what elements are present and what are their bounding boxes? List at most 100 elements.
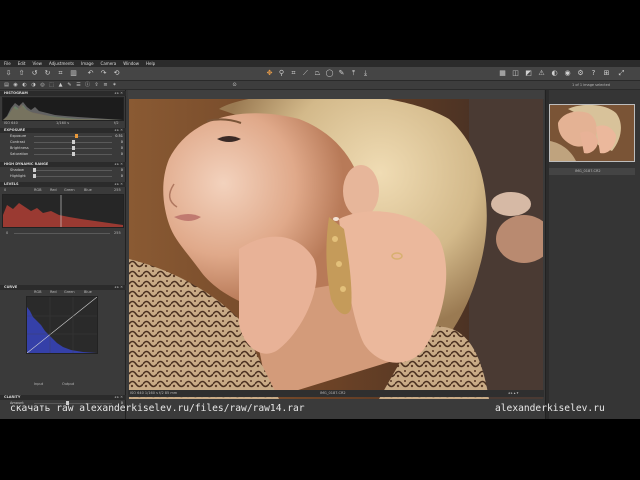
settings-icon[interactable]: ⚙ <box>576 69 585 78</box>
levels-input-black[interactable]: 0 <box>4 188 6 193</box>
levels-input-white[interactable]: 255 <box>114 188 121 193</box>
apply-adjustments-icon[interactable]: ⤓ <box>361 69 370 78</box>
menu-help[interactable]: Help <box>146 60 155 67</box>
rotate-left-icon[interactable]: ↺ <box>30 69 39 78</box>
exposure-row-slider-knob[interactable] <box>71 152 75 156</box>
menu-edit[interactable]: Edit <box>18 60 26 67</box>
exposure-tab-icon[interactable]: ◑ <box>30 82 37 89</box>
levels-tab-blue[interactable]: Blue <box>84 188 92 193</box>
exposure-title: EXPOSURE <box>4 128 26 132</box>
crop-tool-icon[interactable]: ⌗ <box>289 69 298 78</box>
browser-scrollbar[interactable] <box>546 90 549 419</box>
menu-image[interactable]: Image <box>81 60 94 67</box>
menu-adjustments[interactable]: Adjustments <box>49 60 74 67</box>
thumbnail[interactable] <box>549 104 635 162</box>
view-mode-icon[interactable]: ⊞ <box>602 69 611 78</box>
export-icon[interactable]: ⇧ <box>17 69 26 78</box>
delete-icon[interactable]: ▥ <box>69 69 78 78</box>
levels-output-slider[interactable] <box>14 233 110 234</box>
exposure-row-slider-knob[interactable] <box>75 134 79 138</box>
local-adjust-tab-icon[interactable]: ✎ <box>66 82 73 89</box>
grid-icon[interactable]: ▦ <box>498 69 507 78</box>
exposure-row-slider[interactable] <box>34 136 112 137</box>
menu-view[interactable]: View <box>32 60 42 67</box>
viewer-nav-icons[interactable]: ◂ ▸ ▴ ▾ <box>508 391 518 396</box>
color-icon[interactable]: ◉ <box>563 69 572 78</box>
curve-tab-red[interactable]: Red <box>50 290 57 295</box>
curve-tab-blue[interactable]: Blue <box>84 290 92 295</box>
shadow-slider[interactable] <box>34 170 112 171</box>
histogram-section-header[interactable]: HISTOGRAM ◂ ▸ ✕ <box>0 91 126 96</box>
curve-graph[interactable] <box>26 296 98 354</box>
compare-icon[interactable]: ◫ <box>511 69 520 78</box>
keystone-icon[interactable]: ⏢ <box>313 69 322 78</box>
curve-section-header[interactable]: CURVE ◂ ▸ ✕ <box>0 285 126 290</box>
undo-icon[interactable]: ↶ <box>86 69 95 78</box>
zoom-icon[interactable]: ⚲ <box>277 69 286 78</box>
focus-mask-icon[interactable]: ◩ <box>524 69 533 78</box>
image-viewer[interactable] <box>128 90 544 419</box>
thumbnail-rating[interactable] <box>580 151 602 155</box>
import-icon[interactable]: ⇩ <box>4 69 13 78</box>
shadow-value[interactable]: 0 <box>111 168 123 173</box>
levels-output-black[interactable]: 0 <box>6 231 8 236</box>
capture-tab-icon[interactable]: ◉ <box>12 82 19 89</box>
spot-removal-icon[interactable]: ◯ <box>325 69 334 78</box>
straighten-icon[interactable]: ⟋ <box>301 69 310 78</box>
curve-tab-green[interactable]: Green <box>64 290 75 295</box>
composition-tab-icon[interactable]: ⬚ <box>48 82 55 89</box>
redo-icon[interactable]: ↷ <box>99 69 108 78</box>
details-tab-icon[interactable]: ▲ <box>57 82 64 89</box>
lens-tab-icon[interactable]: ◎ <box>39 82 46 89</box>
quick-tab-icon[interactable]: ✶ <box>111 82 118 89</box>
cursor-icon[interactable]: ⊙ <box>231 82 238 89</box>
metadata-tab-icon[interactable]: ⓘ <box>84 82 91 89</box>
menu-file[interactable]: File <box>4 60 11 67</box>
menu-camera[interactable]: Camera <box>101 60 117 67</box>
exposure-row-value[interactable]: 0 <box>111 152 123 157</box>
levels-output-white[interactable]: 255 <box>114 231 121 236</box>
section-controls-icon[interactable]: ◂ ▸ ✕ <box>114 395 123 400</box>
section-controls-icon[interactable]: ◂ ▸ ✕ <box>114 162 123 167</box>
crop-icon[interactable]: ⌗ <box>56 69 65 78</box>
shadow-slider-knob[interactable] <box>33 168 36 172</box>
reset-icon[interactable]: ⟲ <box>112 69 121 78</box>
pan-icon[interactable]: ✥ <box>265 69 274 78</box>
exposure-row-value[interactable]: 0 <box>111 146 123 151</box>
levels-tab-red[interactable]: Red <box>50 188 57 193</box>
levels-histogram[interactable] <box>2 194 124 228</box>
exposure-row-value[interactable]: 0.51 <box>111 134 123 139</box>
exposure-warning-icon[interactable]: ⚠ <box>537 69 546 78</box>
section-controls-icon[interactable]: ◂ ▸ ✕ <box>114 128 123 133</box>
exposure-row-value[interactable]: 0 <box>111 140 123 145</box>
section-controls-icon[interactable]: ◂ ▸ ✕ <box>114 182 123 187</box>
shadow-label: Shadow <box>10 168 24 172</box>
white-balance-picker-icon[interactable]: ✎ <box>337 69 346 78</box>
section-controls-icon[interactable]: ◂ ▸ ✕ <box>114 285 123 290</box>
exposure-section-header[interactable]: EXPOSURE ◂ ▸ ✕ <box>0 128 126 133</box>
section-controls-icon[interactable]: ◂ ▸ ✕ <box>114 91 123 96</box>
levels-tab-rgb[interactable]: RGB <box>34 188 42 193</box>
help-icon[interactable]: ? <box>589 69 598 78</box>
adjustments-tab-icon[interactable]: ☰ <box>75 82 82 89</box>
levels-section-header[interactable]: LEVELS ◂ ▸ ✕ <box>0 182 126 187</box>
batch-tab-icon[interactable]: ≡ <box>102 82 109 89</box>
library-tab-icon[interactable]: ▤ <box>3 82 10 89</box>
highlight-slider[interactable] <box>34 176 112 177</box>
highlight-value[interactable]: 0 <box>111 174 123 179</box>
copy-adjustments-icon[interactable]: ⤒ <box>349 69 358 78</box>
rotate-right-icon[interactable]: ↻ <box>43 69 52 78</box>
exposure-row-slider-knob[interactable] <box>71 146 75 150</box>
hdr-section-header[interactable]: HIGH DYNAMIC RANGE ◂ ▸ ✕ <box>0 162 126 167</box>
exposure-row-slider-knob[interactable] <box>71 140 75 144</box>
menu-window[interactable]: Window <box>123 60 139 67</box>
levels-tab-green[interactable]: Green <box>64 188 75 193</box>
curve-tab-rgb[interactable]: RGB <box>34 290 42 295</box>
output-tab-icon[interactable]: ⇪ <box>93 82 100 89</box>
clarity-section-header[interactable]: CLARITY ◂ ▸ ✕ <box>0 395 126 400</box>
fullscreen-icon[interactable]: ⤢ <box>617 69 626 78</box>
highlight-slider-knob[interactable] <box>33 174 36 178</box>
color-tab-icon[interactable]: ◐ <box>21 82 28 89</box>
proof-icon[interactable]: ◐ <box>550 69 559 78</box>
main-photo[interactable] <box>129 99 543 399</box>
